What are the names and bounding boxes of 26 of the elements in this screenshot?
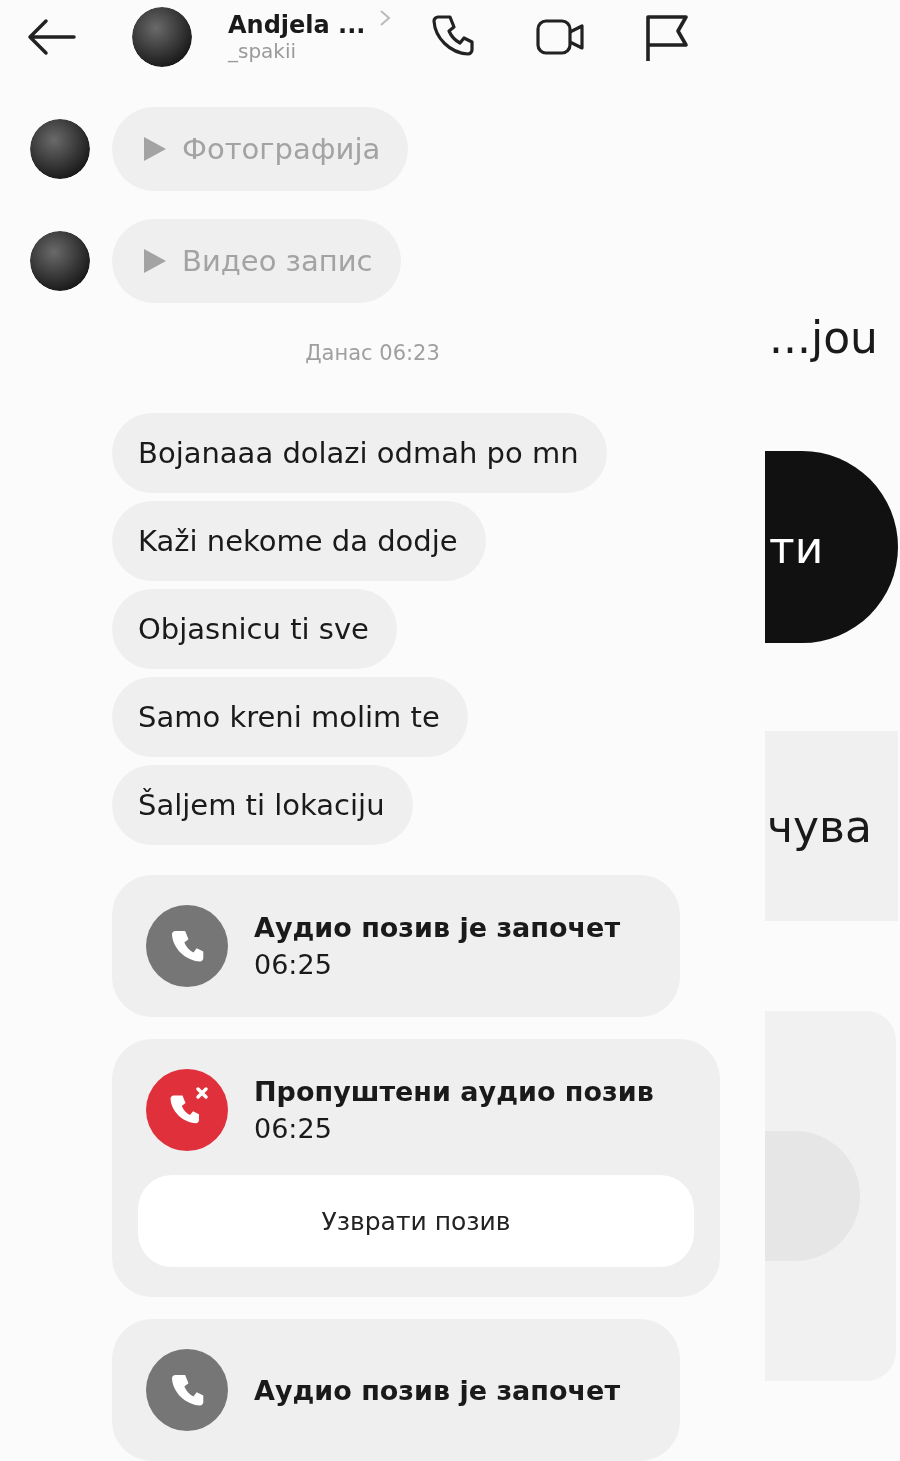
dark-button[interactable]: ти <box>765 451 898 643</box>
avatar[interactable] <box>30 231 90 291</box>
missed-call-icon <box>146 1069 228 1151</box>
avatar[interactable] <box>30 119 90 179</box>
heading-text: ...jou <box>769 312 879 363</box>
call-time: 06:25 <box>254 949 333 980</box>
call-time: 06:25 <box>254 1113 333 1144</box>
message-bubble: Samo kreni molim te <box>112 677 468 757</box>
call-title: Пропуштени аудио позив <box>254 1076 654 1107</box>
message-bubble: Kaži nekome da dodje <box>112 501 486 581</box>
call-title: Аудио позив је започет <box>254 912 621 943</box>
timestamp: Данас 06:23 <box>305 341 440 365</box>
contact-name[interactable]: Andjela ... <box>228 11 366 39</box>
play-icon <box>144 249 166 273</box>
username: _spakii <box>228 39 298 63</box>
phone-icon <box>146 905 228 987</box>
call-back-button[interactable]: Узврати позив <box>138 1175 694 1267</box>
avatar[interactable] <box>132 7 192 67</box>
call-title: Аудио позив је започет <box>254 1374 621 1406</box>
message-bubble: Šaljem ti lokaciju <box>112 765 413 845</box>
back-icon[interactable] <box>26 17 76 57</box>
phone-icon <box>146 1349 228 1431</box>
text-field[interactable]: чува <box>765 731 898 921</box>
play-icon <box>144 137 166 161</box>
message-bubble: Bojanaaa dolazi odmah po mn <box>112 413 607 493</box>
message-bubble: Objasnicu ti sve <box>112 589 397 669</box>
